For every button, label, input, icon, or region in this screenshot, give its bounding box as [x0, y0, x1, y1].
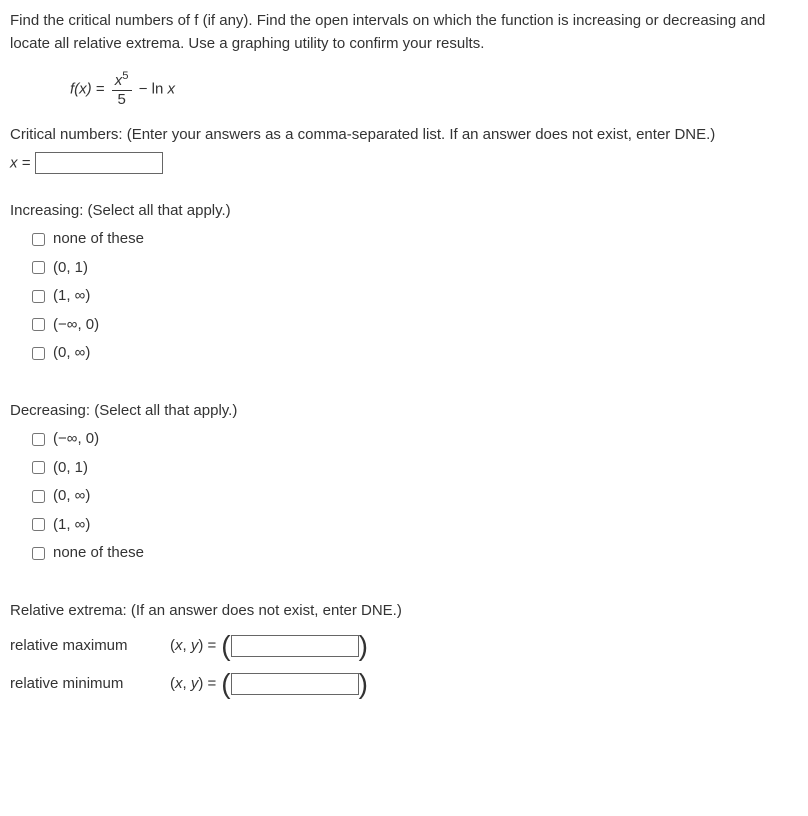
increasing-checkbox-2[interactable]: [32, 290, 45, 303]
decreasing-choice-0: (−∞, 0): [28, 428, 798, 451]
critical-prompt: Critical numbers: (Enter your answers as…: [10, 124, 798, 147]
decreasing-checkbox-1[interactable]: [32, 461, 45, 474]
relative-max-eq: (x, y) =: [170, 635, 216, 658]
increasing-section: Increasing: (Select all that apply.) non…: [10, 200, 798, 365]
critical-input[interactable]: [35, 152, 163, 174]
increasing-label-4: (0, ∞): [53, 342, 90, 365]
decreasing-label-0: (−∞, 0): [53, 428, 99, 451]
extrema-prompt: Relative extrema: (If an answer does not…: [10, 600, 798, 623]
equation-fraction: x55: [112, 70, 132, 109]
equation-minus: − ln: [135, 80, 168, 97]
increasing-label-0: none of these: [53, 228, 144, 251]
relative-max-input[interactable]: [231, 635, 359, 657]
decreasing-checkbox-0[interactable]: [32, 433, 45, 446]
extrema-section: Relative extrema: (If an answer does not…: [10, 600, 798, 699]
increasing-choice-2: (1, ∞): [28, 285, 798, 308]
question-intro: Find the critical numbers of f (if any).…: [10, 10, 798, 55]
paren-close-icon: ): [359, 670, 368, 698]
paren-close-icon: ): [359, 632, 368, 660]
decreasing-choice-3: (1, ∞): [28, 514, 798, 537]
increasing-checkbox-3[interactable]: [32, 318, 45, 331]
paren-open-icon: (: [221, 670, 230, 698]
decreasing-checkbox-4[interactable]: [32, 547, 45, 560]
relative-min-eq: (x, y) =: [170, 673, 216, 696]
decreasing-choice-4: none of these: [28, 542, 798, 565]
decreasing-choice-2: (0, ∞): [28, 485, 798, 508]
decreasing-section: Decreasing: (Select all that apply.) (−∞…: [10, 400, 798, 565]
increasing-checkbox-0[interactable]: [32, 233, 45, 246]
relative-min-label: relative minimum: [10, 673, 170, 696]
relative-max-label: relative maximum: [10, 635, 170, 658]
relative-min-input[interactable]: [231, 673, 359, 695]
decreasing-label-2: (0, ∞): [53, 485, 90, 508]
equation-eq: =: [92, 80, 109, 97]
increasing-label-3: (−∞, 0): [53, 314, 99, 337]
equation-display: f(x) = x55 − ln x: [70, 70, 798, 109]
decreasing-choice-1: (0, 1): [28, 457, 798, 480]
decreasing-title: Decreasing: (Select all that apply.): [10, 400, 798, 423]
increasing-checkbox-1[interactable]: [32, 261, 45, 274]
critical-x-label: x =: [10, 154, 35, 171]
decreasing-checkbox-2[interactable]: [32, 490, 45, 503]
increasing-title: Increasing: (Select all that apply.): [10, 200, 798, 223]
critical-input-row: x =: [10, 152, 798, 175]
increasing-choice-4: (0, ∞): [28, 342, 798, 365]
decreasing-label-1: (0, 1): [53, 457, 88, 480]
equation-den: 5: [112, 91, 132, 109]
increasing-label-2: (1, ∞): [53, 285, 90, 308]
relative-min-row: relative minimum (x, y) = ( ): [10, 670, 798, 698]
increasing-choice-1: (0, 1): [28, 257, 798, 280]
increasing-choice-0: none of these: [28, 228, 798, 251]
relative-max-row: relative maximum (x, y) = ( ): [10, 632, 798, 660]
increasing-checkbox-4[interactable]: [32, 347, 45, 360]
equation-lhs: f(x): [70, 80, 92, 97]
increasing-choice-3: (−∞, 0): [28, 314, 798, 337]
decreasing-label-3: (1, ∞): [53, 514, 90, 537]
equation-var: x: [167, 80, 175, 97]
decreasing-checkbox-3[interactable]: [32, 518, 45, 531]
paren-open-icon: (: [221, 632, 230, 660]
decreasing-label-4: none of these: [53, 542, 144, 565]
increasing-label-1: (0, 1): [53, 257, 88, 280]
equation-num-exp: 5: [122, 70, 128, 82]
